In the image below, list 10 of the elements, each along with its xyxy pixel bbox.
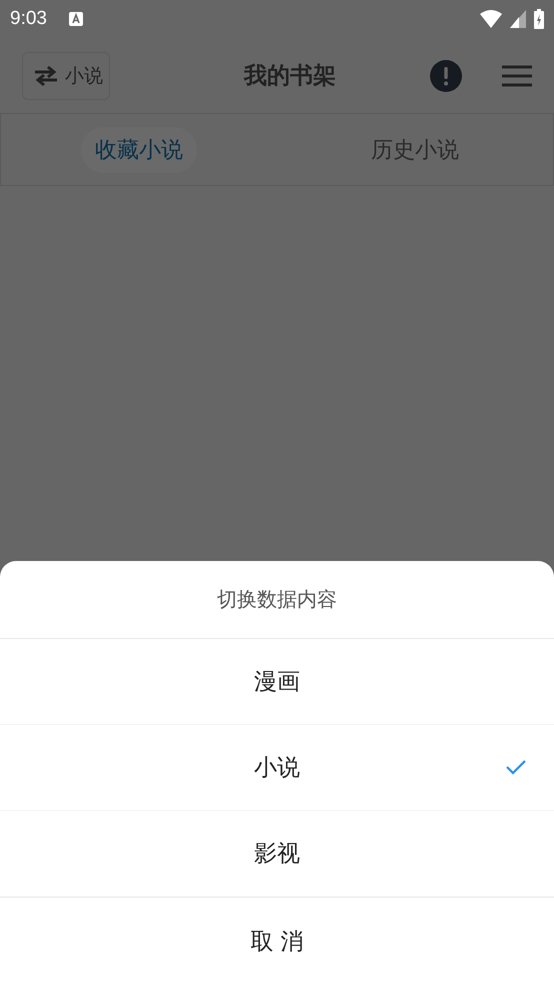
status-time: 9:03 — [10, 8, 47, 30]
menu-icon[interactable] — [502, 64, 532, 86]
notification-icon — [68, 12, 83, 26]
swap-icon — [33, 64, 59, 86]
info-icon[interactable] — [430, 60, 462, 92]
battery-icon — [534, 9, 544, 29]
signal-icon — [510, 10, 526, 28]
wifi-icon — [480, 10, 502, 28]
page-title: 我的书架 — [242, 62, 337, 91]
sheet-title: 切换数据内容 — [217, 586, 337, 613]
